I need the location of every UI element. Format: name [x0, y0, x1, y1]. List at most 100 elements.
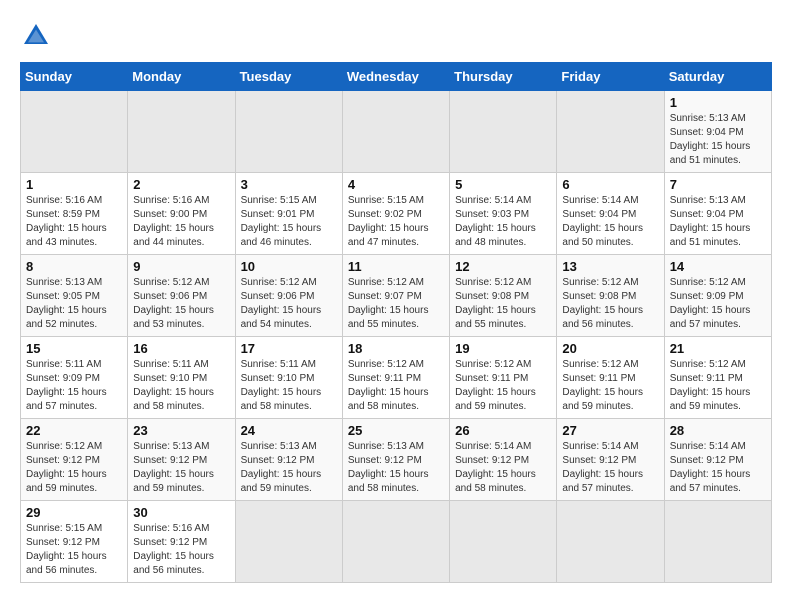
day-cell-21: 21 Sunrise: 5:12 AM Sunset: 9:11 PM Dayli… [664, 337, 771, 419]
col-header-thursday: Thursday [450, 63, 557, 91]
day-number: 21 [670, 341, 766, 356]
day-cell-2: 2Sunrise: 5:16 AM Sunset: 9:00 PM Daylig… [128, 173, 235, 255]
col-header-friday: Friday [557, 63, 664, 91]
calendar-week-2: 1 Sunrise: 5:16 AM Sunset: 8:59 PM Daylig… [21, 173, 772, 255]
day-info: Sunrise: 5:14 AM Sunset: 9:12 PM Dayligh… [455, 440, 551, 496]
col-header-wednesday: Wednesday [342, 63, 449, 91]
day-cell-1: 1Sunrise: 5:13 AM Sunset: 9:04 PM Daylig… [664, 91, 771, 173]
day-info: Sunrise: 5:11 AM Sunset: 9:10 PM Dayligh… [133, 358, 229, 414]
empty-cell [450, 501, 557, 583]
day-info: Sunrise: 5:16 AM Sunset: 9:12 PM Dayligh… [133, 522, 229, 578]
day-cell-22: 22 Sunrise: 5:12 AM Sunset: 9:12 PM Dayli… [21, 419, 128, 501]
calendar-week-4: 15Sunrise: 5:11 AM Sunset: 9:09 PM Dayli… [21, 337, 772, 419]
day-number: 7 [670, 177, 766, 192]
day-number: 25 [348, 423, 444, 438]
col-header-saturday: Saturday [664, 63, 771, 91]
calendar-header-row: SundayMondayTuesdayWednesdayThursdayFrid… [21, 63, 772, 91]
day-number: 29 [26, 505, 122, 520]
day-info: Sunrise: 5:14 AM Sunset: 9:12 PM Dayligh… [670, 440, 766, 496]
day-info: Sunrise: 5:12 AM Sunset: 9:08 PM Dayligh… [562, 276, 658, 332]
day-cell-19: 19 Sunrise: 5:12 AM Sunset: 9:11 PM Dayli… [450, 337, 557, 419]
day-number: 22 [26, 423, 122, 438]
logo-icon [20, 20, 52, 52]
day-cell-12: 12 Sunrise: 5:12 AM Sunset: 9:08 PM Dayli… [450, 255, 557, 337]
day-cell-17: 17 Sunrise: 5:11 AM Sunset: 9:10 PM Dayli… [235, 337, 342, 419]
day-cell-30: 30Sunrise: 5:16 AM Sunset: 9:12 PM Dayli… [128, 501, 235, 583]
day-number: 20 [562, 341, 658, 356]
col-header-sunday: Sunday [21, 63, 128, 91]
calendar: SundayMondayTuesdayWednesdayThursdayFrid… [20, 62, 772, 583]
day-info: Sunrise: 5:14 AM Sunset: 9:12 PM Dayligh… [562, 440, 658, 496]
day-cell-7: 7 Sunrise: 5:13 AM Sunset: 9:04 PM Daylig… [664, 173, 771, 255]
calendar-week-6: 29 Sunrise: 5:15 AM Sunset: 9:12 PM Dayli… [21, 501, 772, 583]
day-info: Sunrise: 5:12 AM Sunset: 9:09 PM Dayligh… [670, 276, 766, 332]
day-info: Sunrise: 5:12 AM Sunset: 9:07 PM Dayligh… [348, 276, 444, 332]
day-number: 6 [562, 177, 658, 192]
day-info: Sunrise: 5:13 AM Sunset: 9:12 PM Dayligh… [348, 440, 444, 496]
day-number: 2 [133, 177, 229, 192]
day-info: Sunrise: 5:11 AM Sunset: 9:10 PM Dayligh… [241, 358, 337, 414]
day-cell-23: 23Sunrise: 5:13 AM Sunset: 9:12 PM Dayli… [128, 419, 235, 501]
day-info: Sunrise: 5:13 AM Sunset: 9:04 PM Dayligh… [670, 194, 766, 250]
day-cell-28: 28Sunrise: 5:14 AM Sunset: 9:12 PM Dayli… [664, 419, 771, 501]
day-info: Sunrise: 5:12 AM Sunset: 9:12 PM Dayligh… [26, 440, 122, 496]
page-header [20, 20, 772, 52]
calendar-week-5: 22 Sunrise: 5:12 AM Sunset: 9:12 PM Dayli… [21, 419, 772, 501]
day-info: Sunrise: 5:13 AM Sunset: 9:05 PM Dayligh… [26, 276, 122, 332]
day-info: Sunrise: 5:12 AM Sunset: 9:11 PM Dayligh… [670, 358, 766, 414]
day-number: 12 [455, 259, 551, 274]
day-info: Sunrise: 5:11 AM Sunset: 9:09 PM Dayligh… [26, 358, 122, 414]
day-number: 1 [26, 177, 122, 192]
col-header-tuesday: Tuesday [235, 63, 342, 91]
day-info: Sunrise: 5:15 AM Sunset: 9:12 PM Dayligh… [26, 522, 122, 578]
day-info: Sunrise: 5:13 AM Sunset: 9:12 PM Dayligh… [241, 440, 337, 496]
day-info: Sunrise: 5:15 AM Sunset: 9:01 PM Dayligh… [241, 194, 337, 250]
day-cell-9: 9Sunrise: 5:12 AM Sunset: 9:06 PM Daylig… [128, 255, 235, 337]
empty-cell [235, 501, 342, 583]
empty-cell [450, 91, 557, 173]
day-cell-18: 18 Sunrise: 5:12 AM Sunset: 9:11 PM Dayli… [342, 337, 449, 419]
day-cell-14: 14 Sunrise: 5:12 AM Sunset: 9:09 PM Dayli… [664, 255, 771, 337]
day-cell-10: 10Sunrise: 5:12 AM Sunset: 9:06 PM Dayli… [235, 255, 342, 337]
day-cell-8: 8 Sunrise: 5:13 AM Sunset: 9:05 PM Daylig… [21, 255, 128, 337]
day-cell-1: 1 Sunrise: 5:16 AM Sunset: 8:59 PM Daylig… [21, 173, 128, 255]
day-cell-20: 20Sunrise: 5:12 AM Sunset: 9:11 PM Dayli… [557, 337, 664, 419]
day-cell-27: 27 Sunrise: 5:14 AM Sunset: 9:12 PM Dayli… [557, 419, 664, 501]
day-info: Sunrise: 5:13 AM Sunset: 9:12 PM Dayligh… [133, 440, 229, 496]
day-number: 27 [562, 423, 658, 438]
empty-cell [342, 501, 449, 583]
day-info: Sunrise: 5:16 AM Sunset: 8:59 PM Dayligh… [26, 194, 122, 250]
day-number: 26 [455, 423, 551, 438]
day-number: 14 [670, 259, 766, 274]
day-info: Sunrise: 5:14 AM Sunset: 9:03 PM Dayligh… [455, 194, 551, 250]
empty-cell [664, 501, 771, 583]
day-cell-15: 15Sunrise: 5:11 AM Sunset: 9:09 PM Dayli… [21, 337, 128, 419]
day-number: 4 [348, 177, 444, 192]
day-number: 17 [241, 341, 337, 356]
day-cell-5: 5 Sunrise: 5:14 AM Sunset: 9:03 PM Daylig… [450, 173, 557, 255]
day-number: 5 [455, 177, 551, 192]
day-number: 18 [348, 341, 444, 356]
day-number: 16 [133, 341, 229, 356]
empty-cell [342, 91, 449, 173]
empty-cell [235, 91, 342, 173]
day-info: Sunrise: 5:12 AM Sunset: 9:11 PM Dayligh… [455, 358, 551, 414]
day-number: 19 [455, 341, 551, 356]
day-number: 3 [241, 177, 337, 192]
calendar-week-3: 8 Sunrise: 5:13 AM Sunset: 9:05 PM Daylig… [21, 255, 772, 337]
day-cell-3: 3 Sunrise: 5:15 AM Sunset: 9:01 PM Daylig… [235, 173, 342, 255]
day-info: Sunrise: 5:12 AM Sunset: 9:06 PM Dayligh… [133, 276, 229, 332]
day-cell-4: 4 Sunrise: 5:15 AM Sunset: 9:02 PM Daylig… [342, 173, 449, 255]
day-info: Sunrise: 5:15 AM Sunset: 9:02 PM Dayligh… [348, 194, 444, 250]
empty-cell [557, 501, 664, 583]
day-info: Sunrise: 5:13 AM Sunset: 9:04 PM Dayligh… [670, 112, 766, 168]
day-cell-11: 11Sunrise: 5:12 AM Sunset: 9:07 PM Dayli… [342, 255, 449, 337]
day-info: Sunrise: 5:12 AM Sunset: 9:11 PM Dayligh… [348, 358, 444, 414]
empty-cell [557, 91, 664, 173]
day-info: Sunrise: 5:12 AM Sunset: 9:06 PM Dayligh… [241, 276, 337, 332]
col-header-monday: Monday [128, 63, 235, 91]
day-number: 8 [26, 259, 122, 274]
day-cell-26: 26 Sunrise: 5:14 AM Sunset: 9:12 PM Dayli… [450, 419, 557, 501]
empty-cell [128, 91, 235, 173]
day-info: Sunrise: 5:12 AM Sunset: 9:08 PM Dayligh… [455, 276, 551, 332]
